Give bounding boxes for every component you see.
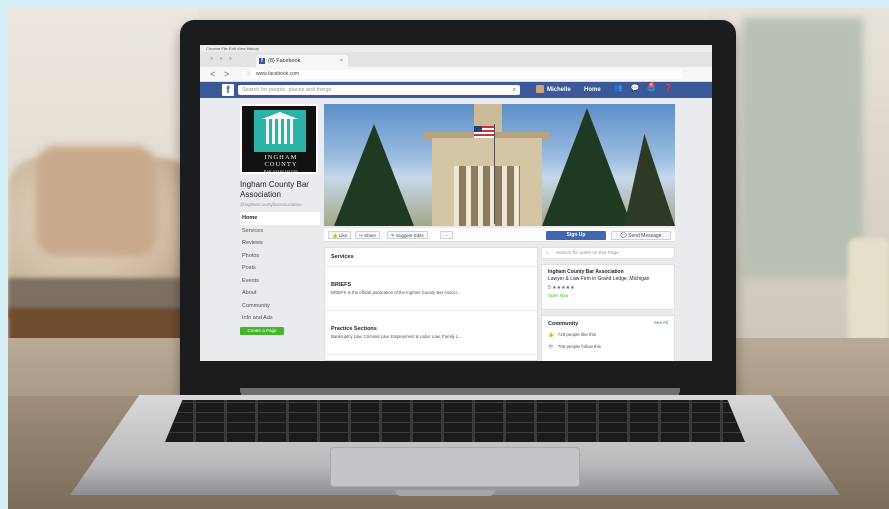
nav-item-home[interactable]: Home [240,212,320,225]
logo-line-2: COUNTY [264,161,298,168]
nav-item-posts[interactable]: Posts [240,262,320,275]
open-status: Open Now [548,293,569,298]
logo-line-3: BAR ASSOCIATION [264,169,298,173]
browser-tab[interactable]: f (8) Facebook × [256,55,348,67]
mac-menubar: Chrome File Edit View History [200,45,712,52]
tab-close-icon[interactable]: × [340,55,343,67]
profile-picture[interactable]: INGHAM COUNTY BAR ASSOCIATION [240,104,318,174]
tree-right [542,108,632,226]
search-posts-placeholder: Search for posts on this Page [556,251,619,256]
service-name: Practice Sections [331,326,377,332]
follows-text: 706 people follow this [557,344,601,349]
window-controls[interactable]: ● ● ● [210,56,234,62]
community-heading: Community [548,321,579,327]
nav-item-community[interactable]: Community [240,300,320,313]
rating-stars[interactable]: 5 ★★★★★ [548,284,668,292]
page-title: Ingham County Bar Association [240,180,309,199]
home-link[interactable]: Home [584,85,601,95]
url-input[interactable]: ⓘ www.facebook.com [242,70,682,79]
trackpad [330,447,580,487]
follow-icon: 👁 [548,344,554,349]
service-name: BRIEFS [331,282,352,288]
page-body: INGHAM COUNTY BAR ASSOCIATION Ingham Cou… [200,98,712,361]
sign-up-button[interactable]: Sign Up [546,231,606,240]
url-text: www.facebook.com [256,71,300,77]
like-button[interactable]: 👍 Like [328,231,352,239]
search-icon: ⌕ [546,251,549,256]
nav-item-photos[interactable]: Photos [240,250,320,263]
see-all-link[interactable]: See All [654,320,668,325]
courthouse-columns [454,166,520,226]
nav-item-info-ads[interactable]: Info and Ads [240,312,320,325]
community-follows: 👁 706 people follow this [548,342,668,352]
cover-photo[interactable] [324,104,675,226]
community-card: Community See All 👍 718 people like this … [541,315,675,361]
flag-icon [474,126,494,138]
about-category: Lawyer & Law Firm in Grand Ledge, Michig… [548,276,650,282]
search-posts-input[interactable]: ⌕ Search for posts on this Page [541,247,675,259]
back-button[interactable]: < [210,69,215,79]
keyboard-rows [165,400,745,442]
facebook-logo-icon[interactable]: f [222,84,234,96]
services-card: Services BRIEFS BRIEFS is the official p… [324,247,538,361]
user-name: Michelle [547,87,571,93]
service-desc: Bankruptcy Law, Criminal Law, Employment… [331,334,462,339]
tree-left [334,124,414,226]
nav-item-services[interactable]: Services [240,225,320,238]
like-icon: 👍 [548,332,554,337]
create-page-button[interactable]: Create a Page [240,326,284,335]
pillow [36,146,156,256]
left-column: INGHAM COUNTY BAR ASSOCIATION Ingham Cou… [240,104,320,335]
notification-badge: 8 [649,82,654,88]
facebook-header: f Search for people, places and things ⌕… [200,82,712,98]
profile-link[interactable]: Michelle [536,85,571,95]
page-action-bar: 👍 Like ↪ Share ✎ Suggest Edits ··· Sign … [324,228,675,242]
services-heading: Services [325,248,537,267]
flagpole [494,124,495,224]
service-item[interactable]: Practice Sections Bankruptcy Law, Crimin… [325,311,537,355]
search-placeholder: Search for people, places and things [242,87,332,93]
search-icon[interactable]: ⌕ [513,85,516,95]
logo-line-1: INGHAM [264,154,298,161]
about-card: Ingham County Bar Association Lawyer & L… [541,264,675,310]
right-column: ⌕ Search for posts on this Page Ingham C… [541,247,675,361]
likes-text: 718 people like this [557,332,597,337]
about-name[interactable]: Ingham County Bar Association [548,269,668,276]
tree-far-right [624,134,675,226]
info-icon: ⓘ [246,71,252,77]
service-desc: BRIEFS is the official publication of th… [331,290,461,295]
laptop-notch [395,490,495,496]
forward-button[interactable]: > [224,69,229,79]
page-nav: Home Services Reviews Photos Posts Event… [240,212,320,325]
nav-item-events[interactable]: Events [240,275,320,288]
window [743,18,863,278]
suggest-edits-button[interactable]: ✎ Suggest Edits [387,231,428,239]
facebook-search-input[interactable]: Search for people, places and things ⌕ [238,85,520,95]
avatar [536,85,544,94]
send-message-button[interactable]: 💬 Send Message [611,231,671,240]
courthouse-logo-icon [254,110,306,152]
page-handle[interactable]: @inghamcountybarassociation [240,202,320,208]
service-item[interactable]: BRIEFS BRIEFS is the official publicatio… [325,267,537,311]
community-likes: 👍 718 people like this [548,330,668,340]
nav-item-about[interactable]: About [240,287,320,300]
tab-strip: ● ● ● f (8) Facebook × [200,52,712,67]
header-icons[interactable]: 👥 💬 🌐 ❓ [614,84,676,92]
more-button[interactable]: ··· [440,231,453,239]
tab-title: (8) Facebook [268,58,301,64]
facebook-favicon-icon: f [259,58,265,64]
address-bar-row: < > ⓘ www.facebook.com [200,67,712,82]
nav-item-reviews[interactable]: Reviews [240,237,320,250]
share-button[interactable]: ↪ Share [355,231,381,239]
laptop-screen: Chrome File Edit View History ● ● ● f (8… [200,45,712,361]
